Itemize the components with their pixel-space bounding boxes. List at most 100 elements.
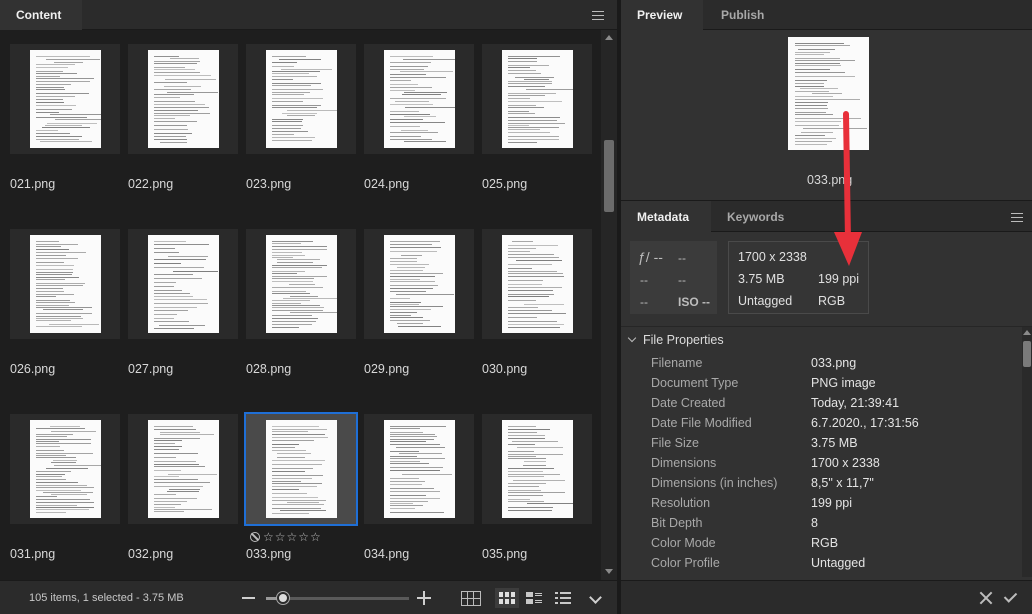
thumbnail-image-frame[interactable]: [128, 414, 238, 524]
thumbnail-item[interactable]: 032.png: [128, 414, 238, 564]
aperture-value: ƒ/ --: [638, 249, 663, 265]
property-row[interactable]: Color Profile Untagged: [621, 553, 1021, 573]
thumbnail-image-frame[interactable]: [246, 44, 356, 154]
property-key: Color Mode: [651, 536, 716, 550]
thumbnail-item[interactable]: 034.png: [364, 414, 474, 564]
thumbnail-item[interactable]: 027.png: [128, 229, 238, 379]
preview-image[interactable]: [788, 37, 869, 150]
thumbnail-filename: 024.png: [364, 177, 410, 191]
thumbnail-image-frame[interactable]: [364, 414, 474, 524]
property-row[interactable]: Document Type PNG image: [621, 373, 1021, 393]
thumbnail-filename: 030.png: [482, 362, 528, 376]
content-tabbar: Content: [0, 0, 617, 30]
thumbnail-image-frame[interactable]: [10, 229, 120, 339]
content-scrollbar[interactable]: [601, 30, 617, 580]
scroll-up-icon[interactable]: [605, 35, 613, 40]
tab-preview[interactable]: Preview: [621, 0, 703, 30]
property-row[interactable]: Bit Depth 8: [621, 513, 1021, 533]
scroll-down-icon[interactable]: [605, 569, 613, 574]
view-as-list-icon[interactable]: [551, 588, 575, 608]
summary-file-size: 3.75 MB: [738, 272, 785, 286]
document-page-thumbnail: [266, 420, 337, 518]
property-row[interactable]: Resolution 199 ppi: [621, 493, 1021, 513]
property-row[interactable]: Date File Modified 6.7.2020., 17:31:56: [621, 413, 1021, 433]
thumbnail-item[interactable]: 021.png: [10, 44, 120, 194]
thumbnail-item[interactable]: 030.png: [482, 229, 592, 379]
tab-publish[interactable]: Publish: [705, 0, 780, 30]
property-row[interactable]: File Size 3.75 MB: [621, 433, 1021, 453]
thumbnail-filename: 027.png: [128, 362, 174, 376]
property-value: 8,5" x 11,7": [811, 476, 874, 490]
property-row[interactable]: Filename 033.png: [621, 353, 1021, 373]
thumbnail-image-frame[interactable]: [482, 414, 592, 524]
grid-lock-icon[interactable]: [458, 588, 482, 608]
thumbnail-item[interactable]: 035.png: [482, 414, 592, 564]
thumbnail-image-frame[interactable]: [364, 229, 474, 339]
thumbnail-size-slider-handle[interactable]: [277, 592, 289, 604]
metadata-scrollbar[interactable]: [1022, 327, 1032, 577]
thumbnail-image-frame[interactable]: [244, 412, 358, 526]
scrollbar-thumb[interactable]: [604, 140, 614, 212]
thumbnail-item[interactable]: 031.png: [10, 414, 120, 564]
cancel-icon[interactable]: [979, 591, 993, 605]
property-row[interactable]: Color Mode RGB: [621, 533, 1021, 553]
property-key: Dimensions (in inches): [651, 476, 778, 490]
property-value: 8: [811, 516, 818, 530]
thumbnail-image-frame[interactable]: [482, 229, 592, 339]
property-value: 033.png: [811, 356, 857, 370]
metadata-panel-menu-icon[interactable]: [1011, 213, 1023, 222]
view-as-details-icon[interactable]: [522, 588, 546, 608]
apply-checkmark-icon[interactable]: [1003, 589, 1018, 603]
tab-content[interactable]: Content: [0, 0, 82, 30]
thumbnail-item[interactable]: 026.png: [10, 229, 120, 379]
thumbnail-item[interactable]: 024.png: [364, 44, 474, 194]
thumbnail-image-frame[interactable]: [128, 229, 238, 339]
chevron-down-icon[interactable]: [589, 591, 602, 604]
thumbnail-item[interactable]: 023.png: [246, 44, 356, 194]
content-panel-menu-icon[interactable]: [592, 11, 604, 20]
thumbnail-item[interactable]: 022.png: [128, 44, 238, 194]
thumbnail-image-frame[interactable]: [482, 44, 592, 154]
file-properties-header[interactable]: File Properties: [627, 333, 724, 347]
tab-keywords[interactable]: Keywords: [711, 201, 800, 233]
document-page-thumbnail: [384, 420, 455, 518]
file-summary-box: 1700 x 2338 3.75 MB 199 ppi Untagged RGB: [728, 241, 869, 314]
zoom-in-icon[interactable]: [417, 591, 431, 605]
thumbnail-image-frame[interactable]: [128, 44, 238, 154]
section-title: File Properties: [643, 333, 724, 347]
scroll-up-icon[interactable]: [1023, 330, 1031, 335]
property-key: Filename: [651, 356, 703, 370]
tab-metadata[interactable]: Metadata: [621, 201, 711, 233]
property-row[interactable]: Dimensions 1700 x 2338: [621, 453, 1021, 473]
thumbnail-image-frame[interactable]: [10, 414, 120, 524]
thumbnail-filename: 034.png: [364, 547, 410, 561]
thumbnail-grid: 021.png 022.png 023.png 024.png 025.png 026.p…: [0, 30, 600, 580]
document-page-thumbnail: [30, 420, 101, 518]
rating-stars-icon[interactable]: ☆☆☆☆☆: [263, 530, 322, 544]
reject-icon[interactable]: [250, 532, 260, 542]
property-value: RGB: [811, 536, 839, 550]
property-value: Untagged: [811, 556, 866, 570]
preview-tabbar: Preview Publish: [621, 0, 1032, 30]
thumbnail-item[interactable]: 025.png: [482, 44, 592, 194]
view-as-thumbnails-icon[interactable]: [495, 588, 519, 608]
thumbnail-item[interactable]: 028.png: [246, 229, 356, 379]
property-key: File Size: [651, 436, 699, 450]
zoom-out-icon[interactable]: [242, 597, 255, 599]
document-page-thumbnail: [266, 235, 337, 333]
thumbnail-image-frame[interactable]: [246, 229, 356, 339]
property-row[interactable]: Dimensions (in inches) 8,5" x 11,7": [621, 473, 1021, 493]
star-rating[interactable]: ☆☆☆☆☆: [250, 530, 322, 544]
thumbnail-item[interactable]: 029.png: [364, 229, 474, 379]
scrollbar-thumb[interactable]: [1023, 341, 1031, 367]
property-value: Today, 21:39:41: [811, 396, 900, 410]
thumbnail-item[interactable]: ☆☆☆☆☆ 033.png: [244, 412, 358, 564]
chevron-down-icon[interactable]: [627, 333, 637, 343]
thumbnail-image-frame[interactable]: [10, 44, 120, 154]
document-page-thumbnail: [148, 50, 219, 148]
property-value: PNG image: [811, 376, 876, 390]
thumbnail-image-frame[interactable]: [364, 44, 474, 154]
property-row[interactable]: Date Created Today, 21:39:41: [621, 393, 1021, 413]
right-panel: Preview Publish 033.png Metadata Keyword…: [621, 0, 1032, 614]
property-key: Color Profile: [651, 556, 720, 570]
